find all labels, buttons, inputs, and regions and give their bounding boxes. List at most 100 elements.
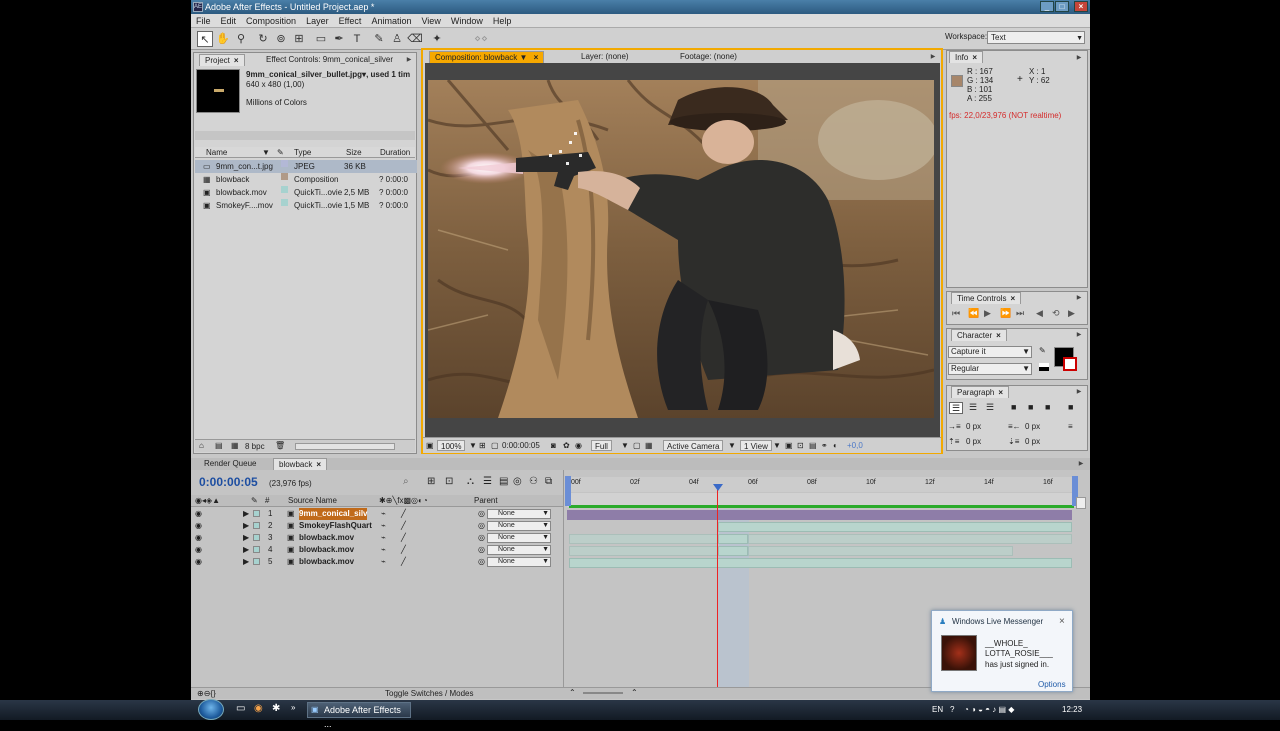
panel-menu-icon[interactable]: ▶ bbox=[405, 56, 413, 64]
maximize-button[interactable]: □ bbox=[1055, 1, 1069, 12]
project-item[interactable]: ▣ blowback.mov QuickTi...ovie 2,5 MB ? 0… bbox=[195, 186, 417, 199]
play-icon[interactable]: ▶ bbox=[984, 308, 991, 319]
expand-panes-icon[interactable]: ⊕⊖{} bbox=[197, 689, 216, 698]
start-button[interactable] bbox=[198, 699, 224, 720]
clock[interactable]: 12:23 bbox=[1062, 705, 1082, 714]
chevron-down-icon[interactable]: ▼ bbox=[773, 440, 781, 451]
layer-bar[interactable] bbox=[567, 510, 1072, 520]
camera-dropdown[interactable]: Active Camera bbox=[663, 440, 724, 451]
menu-composition[interactable]: Composition bbox=[241, 14, 301, 28]
justify-last-right-icon[interactable]: ■ bbox=[1045, 402, 1050, 412]
layer-bar[interactable] bbox=[718, 546, 748, 556]
layer-bar[interactable] bbox=[748, 546, 1013, 556]
quicklaunch-more-icon[interactable]: » bbox=[291, 703, 295, 712]
layer-bar[interactable] bbox=[569, 534, 718, 544]
parent-dropdown[interactable]: None ▼ bbox=[487, 557, 551, 567]
always-preview-icon[interactable]: ▣ bbox=[426, 440, 434, 451]
menu-file[interactable]: File bbox=[191, 14, 216, 28]
hide-shy-icon[interactable]: ☰ bbox=[483, 476, 492, 487]
layer-bar[interactable] bbox=[569, 558, 1072, 568]
composition-frame[interactable] bbox=[428, 80, 934, 418]
label-swatch[interactable] bbox=[253, 510, 260, 517]
shy-switch-icon[interactable]: ⌁ bbox=[381, 556, 386, 568]
quicklaunch-icon[interactable]: ✱ bbox=[272, 703, 280, 714]
comp-mini-flowchart-icon[interactable]: ⊞ bbox=[427, 476, 435, 487]
tab-timeline-blowback[interactable]: blowback × bbox=[273, 458, 328, 470]
zoom-in-icon[interactable]: ⌃ bbox=[631, 688, 638, 697]
tab-time-controls[interactable]: Time Controls × bbox=[951, 292, 1022, 304]
sort-icon[interactable]: ▼ bbox=[262, 147, 270, 158]
layer-row[interactable]: ◉ ▶ 4 ▣ blowback.mov ⌁ ╱ ◎ None ▼ bbox=[191, 544, 564, 556]
col-type[interactable]: Type bbox=[294, 147, 311, 158]
menu-help[interactable]: Help bbox=[488, 14, 517, 28]
quality-switch-icon[interactable]: ╱ bbox=[401, 508, 406, 520]
menu-edit[interactable]: Edit bbox=[216, 14, 242, 28]
time-indicator-head[interactable] bbox=[713, 484, 723, 491]
justify-all-icon[interactable]: ■ bbox=[1068, 402, 1073, 412]
project-item[interactable]: ▦ blowback Composition ? 0:00:0 bbox=[195, 173, 417, 186]
reset-exposure-icon[interactable]: ◐ bbox=[833, 440, 838, 451]
search-bar[interactable] bbox=[195, 131, 415, 140]
tab-render-queue[interactable]: Render Queue bbox=[199, 458, 261, 470]
fast-previews-icon[interactable]: ⊡ bbox=[797, 440, 804, 451]
stroke-color-swatch[interactable] bbox=[1063, 357, 1077, 371]
menu-layer[interactable]: Layer bbox=[301, 14, 334, 28]
firefox-icon[interactable]: ◉ bbox=[254, 703, 263, 714]
expand-arrow-icon[interactable]: ▶ bbox=[243, 556, 249, 568]
minimize-button[interactable]: _ bbox=[1040, 1, 1054, 12]
current-time[interactable]: 0:00:00:05 bbox=[502, 440, 540, 451]
toggle-pixel-aspect-icon[interactable]: ▣ bbox=[785, 440, 793, 451]
type-tool-icon[interactable]: T bbox=[349, 31, 365, 47]
align-right-icon[interactable]: ☰ bbox=[986, 402, 994, 413]
shy-switch-icon[interactable]: ⌁ bbox=[381, 508, 386, 520]
transparency-grid-icon[interactable]: ▦ bbox=[645, 440, 653, 451]
menu-view[interactable]: View bbox=[416, 14, 445, 28]
current-time-indicator[interactable] bbox=[717, 484, 718, 687]
panel-menu-icon[interactable]: ▶ bbox=[1075, 388, 1083, 396]
grid-icon[interactable]: ⊞ bbox=[479, 440, 486, 451]
shy-switch-icon[interactable]: ⌁ bbox=[381, 544, 386, 556]
time-ruler[interactable]: 00f 02f 04f 06f 08f 10f 12f 14f 16f bbox=[567, 477, 1076, 492]
space-after-value[interactable]: 0 px bbox=[1025, 437, 1040, 446]
rotation-tool-icon[interactable]: ↻ bbox=[255, 31, 271, 47]
pick-whip-icon[interactable]: ◎ bbox=[478, 544, 485, 556]
visibility-eye-icon[interactable]: ◉ bbox=[195, 508, 202, 520]
chevron-down-icon[interactable]: ▼ bbox=[728, 440, 736, 451]
quality-switch-icon[interactable]: ╱ bbox=[401, 556, 406, 568]
parent-dropdown[interactable]: None ▼ bbox=[487, 521, 551, 531]
clone-stamp-tool-icon[interactable]: ♙ bbox=[389, 31, 405, 47]
layer-name[interactable]: blowback.mov bbox=[299, 544, 354, 556]
project-item[interactable]: ▭ 9mm_con...t.jpg JPEG 36 KB bbox=[195, 160, 417, 173]
col-name[interactable]: Name bbox=[206, 147, 227, 158]
snapshot-icon[interactable]: ◙ bbox=[551, 440, 556, 451]
audio-icon[interactable]: ◀ bbox=[1036, 308, 1043, 319]
tab-layer[interactable]: Layer: (none) bbox=[576, 51, 634, 63]
toggle-switches-modes[interactable]: Toggle Switches / Modes bbox=[385, 689, 474, 698]
label-swatch[interactable] bbox=[253, 546, 260, 553]
ram-preview-icon[interactable]: ▶ bbox=[1068, 308, 1075, 319]
zoom-slider[interactable] bbox=[583, 692, 623, 694]
panel-menu-icon[interactable]: ▶ bbox=[1075, 331, 1083, 339]
timeline-icon[interactable]: ▤ bbox=[809, 440, 817, 451]
align-left-icon[interactable]: ☰ bbox=[949, 402, 963, 414]
col-size[interactable]: Size bbox=[346, 147, 362, 158]
visibility-eye-icon[interactable]: ◉ bbox=[195, 520, 202, 532]
pick-whip-icon[interactable]: ◎ bbox=[478, 508, 485, 520]
parent-dropdown[interactable]: None ▼ bbox=[487, 533, 551, 543]
exposure-value[interactable]: +0,0 bbox=[847, 440, 863, 451]
font-family-dropdown[interactable]: Capture it ▼ bbox=[948, 346, 1032, 358]
graph-editor-icon[interactable]: ⧉ bbox=[545, 476, 552, 487]
tab-footage[interactable]: Footage: (none) bbox=[675, 51, 742, 63]
expand-arrow-icon[interactable]: ▶ bbox=[243, 532, 249, 544]
hand-tool-icon[interactable]: ✋ bbox=[215, 31, 231, 47]
panel-menu-icon[interactable]: ▶ bbox=[1075, 54, 1083, 62]
close-icon[interactable]: × bbox=[1059, 616, 1065, 627]
parent-dropdown[interactable]: None ▼ bbox=[487, 509, 551, 519]
selection-tool-icon[interactable]: ↖ bbox=[197, 31, 213, 47]
quality-switch-icon[interactable]: ╱ bbox=[401, 520, 406, 532]
layer-row[interactable]: ◉ ▶ 1 ▣ 9mm_conical_silv ⌁ ╱ ◎ None ▼ bbox=[191, 508, 564, 520]
quality-switch-icon[interactable]: ╱ bbox=[401, 532, 406, 544]
rectangle-tool-icon[interactable]: ▭ bbox=[313, 31, 329, 47]
bpc-label[interactable]: 8 bpc bbox=[245, 442, 265, 451]
layer-bar[interactable] bbox=[569, 546, 718, 556]
